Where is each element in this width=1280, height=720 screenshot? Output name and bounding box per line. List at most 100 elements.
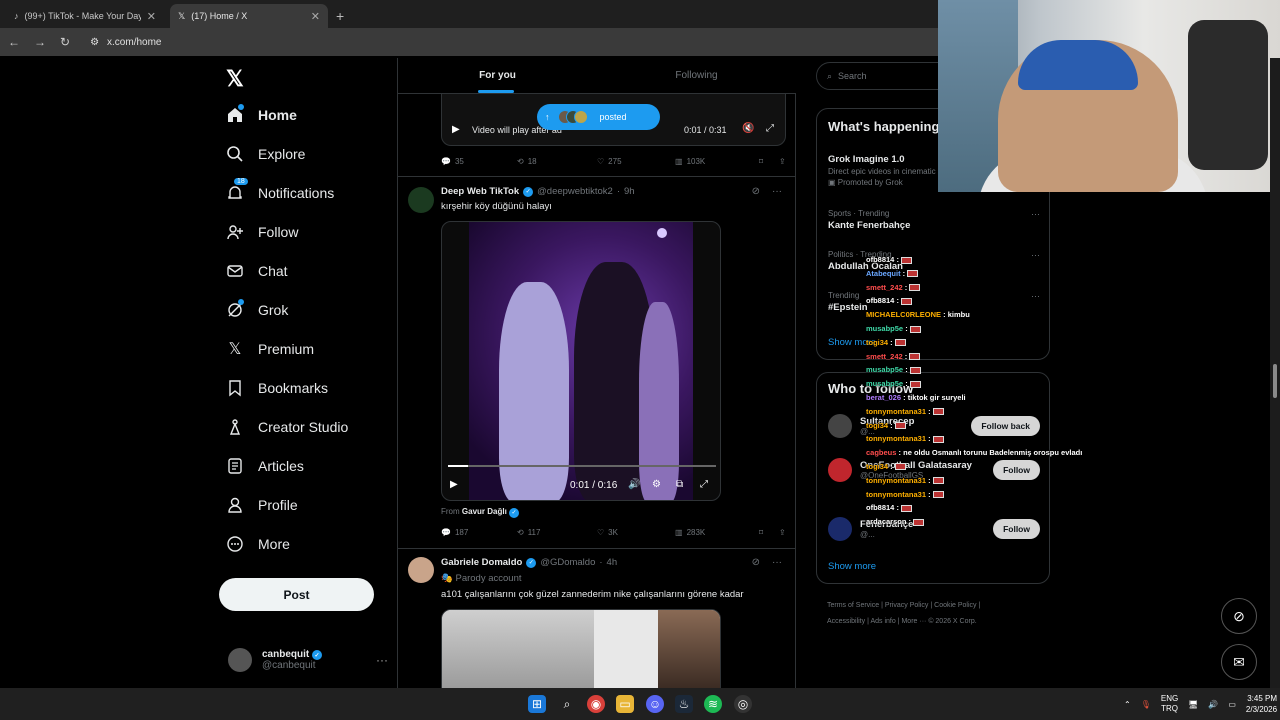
tweet-time[interactable]: 4h — [607, 557, 618, 568]
site-info-icon[interactable]: ⚙ — [90, 37, 99, 48]
footer-link[interactable]: Terms of Service — [827, 602, 879, 609]
grok-fab-icon[interactable]: ⊘ — [1221, 598, 1257, 634]
from-name[interactable]: Gavur Dağlı — [462, 507, 507, 516]
nav-label: Creator Studio — [258, 419, 349, 435]
windows-start-icon[interactable]: ⊞ — [528, 695, 546, 713]
more-dots-icon[interactable]: ··· — [376, 653, 388, 667]
tweet-image[interactable] — [441, 609, 721, 689]
account-info: canbequit ✓ @canbequit — [262, 649, 323, 671]
browser-tab-tiktok[interactable]: ♪ (99+) TikTok - Make Your Day ✕ — [6, 4, 164, 28]
url-text: x.com/home — [107, 36, 162, 48]
nav-profile[interactable]: Profile — [226, 496, 298, 514]
video-progress-track[interactable] — [448, 465, 716, 467]
repost-count: 117 — [527, 527, 541, 537]
like-button[interactable]: ♡ 275 — [597, 157, 675, 166]
nav-home[interactable]: Home — [226, 104, 297, 124]
new-tab-button[interactable]: + — [336, 8, 344, 24]
steam-icon[interactable]: ♨ — [675, 695, 693, 713]
discord-icon[interactable]: ☺ — [646, 695, 664, 713]
more-dots-icon[interactable]: ··· — [772, 186, 782, 197]
search-icon[interactable]: ⌕ — [558, 695, 576, 713]
messages-fab-icon[interactable]: ✉ — [1221, 644, 1257, 680]
play-icon[interactable]: ▶ — [450, 479, 458, 490]
bookmark-icon[interactable]: ⌑ — [759, 157, 779, 166]
settings-gear-icon[interactable]: ⚙ — [652, 479, 661, 490]
nav-follow[interactable]: Follow — [226, 223, 298, 241]
volume-icon[interactable]: 🔊 — [1208, 700, 1218, 709]
footer-link[interactable]: More ··· — [901, 618, 926, 625]
nav-explore[interactable]: Explore — [226, 145, 305, 163]
back-arrow-icon[interactable]: ← — [8, 35, 20, 49]
volume-icon[interactable]: 🔊 — [628, 479, 640, 490]
nav-creator-studio[interactable]: Creator Studio — [226, 418, 348, 436]
fullscreen-icon[interactable]: ⤢ — [700, 479, 708, 490]
repost-count: 18 — [527, 156, 537, 166]
clock[interactable]: 3:45 PM 2/3/2026 — [1246, 693, 1277, 715]
grok-icon[interactable]: ⊘ — [752, 186, 760, 197]
scrollbar-thumb[interactable] — [1273, 364, 1277, 398]
post-button[interactable]: Post — [219, 578, 374, 611]
chrome-icon[interactable]: ◉ — [587, 695, 605, 713]
battery-icon[interactable]: ▭ — [1228, 700, 1236, 709]
nav-notifications[interactable]: 18 Notifications — [226, 178, 334, 202]
reload-icon[interactable]: ↻ — [60, 35, 70, 49]
pip-icon[interactable]: ⧉ — [676, 479, 683, 490]
repost-button[interactable]: ⟲ 117 — [517, 528, 597, 537]
language-indicator[interactable]: ENG TRQ — [1161, 694, 1178, 714]
footer-link[interactable]: Privacy Policy — [885, 602, 929, 609]
repost-button[interactable]: ⟲ 18 — [517, 157, 597, 166]
tweet-author-handle[interactable]: @GDomaldo — [540, 557, 595, 568]
footer-link[interactable]: Cookie Policy — [934, 602, 976, 609]
close-tab-icon[interactable]: ✕ — [147, 10, 156, 23]
forward-arrow-icon[interactable]: → — [34, 35, 46, 49]
show-more-link[interactable]: Show more — [828, 561, 876, 572]
trend-item[interactable]: Sports · Trending Kante Fenerbahçe ··· — [828, 209, 1040, 231]
reply-button[interactable]: 💬 35 — [441, 157, 517, 166]
chat-message: togi34 : — [866, 338, 1066, 352]
browser-tab-x-home[interactable]: 𝕏 (17) Home / X ✕ — [170, 4, 328, 28]
tweet-author-name[interactable]: Gabriele Domaldo — [441, 557, 522, 568]
tweet-time[interactable]: 9h — [624, 186, 635, 197]
views-button[interactable]: ▥ 103K — [675, 157, 759, 166]
tab-following[interactable]: Following — [597, 58, 796, 93]
bookmark-icon[interactable]: ⌑ — [759, 528, 779, 537]
spotify-icon[interactable]: ≋ — [704, 695, 722, 713]
views-button[interactable]: ▥ 283K — [675, 528, 759, 537]
share-icon[interactable]: ⇪ — [779, 528, 786, 537]
reply-button[interactable]: 💬 187 — [441, 528, 517, 537]
chevron-up-icon[interactable]: ⌃ — [1124, 700, 1131, 709]
obs-icon[interactable]: ◎ — [734, 695, 752, 713]
chat-message: Atabequit : — [866, 269, 1066, 283]
nav-more[interactable]: More — [226, 535, 290, 553]
nav-premium[interactable]: 𝕏 Premium — [226, 340, 314, 358]
tweet-video-player[interactable]: ▶ 0:01 / 0:16 🔊 ⚙ ⧉ ⤢ — [441, 221, 721, 501]
like-button[interactable]: ♡ 3K — [597, 528, 675, 537]
tweet-author-handle[interactable]: @deepwebtiktok2 — [537, 186, 613, 197]
play-icon[interactable]: ▶ — [452, 124, 460, 135]
url-field[interactable]: ⚙ x.com/home — [90, 37, 161, 48]
grok-icon[interactable]: ⊘ — [752, 557, 760, 568]
x-logo-icon[interactable]: 𝕏 — [226, 66, 244, 92]
fullscreen-icon[interactable]: ⤢ — [766, 123, 774, 134]
chat-separator: : — [902, 282, 910, 292]
account-switcher[interactable]: canbequit ✓ @canbequit ··· — [228, 644, 388, 676]
footer-link[interactable]: Accessibility — [827, 618, 865, 625]
close-tab-icon[interactable]: ✕ — [311, 10, 320, 23]
more-dots-icon[interactable]: ··· — [1031, 209, 1040, 219]
network-icon[interactable]: 🖥 — [1188, 700, 1198, 709]
mute-icon[interactable]: 🔇 — [742, 123, 754, 134]
nav-chat[interactable]: Chat — [226, 262, 288, 280]
tweet-author-name[interactable]: Deep Web TikTok — [441, 186, 519, 197]
nav-bookmarks[interactable]: Bookmarks — [226, 379, 328, 397]
page-scrollbar[interactable] — [1270, 58, 1280, 688]
top-video-actions: 💬 35 ⟲ 18 ♡ 275 ▥ 103K ⌑ ⇪ — [441, 154, 786, 168]
microphone-icon[interactable]: 🎙 — [1141, 700, 1151, 709]
tab-for-you[interactable]: For you — [398, 58, 597, 93]
share-icon[interactable]: ⇪ — [779, 157, 786, 166]
file-explorer-icon[interactable]: ▭ — [616, 695, 634, 713]
new-posts-pill[interactable]: ↑ posted — [537, 104, 660, 130]
more-dots-icon[interactable]: ··· — [772, 557, 782, 568]
nav-articles[interactable]: Articles — [226, 457, 304, 475]
footer-link[interactable]: Ads info — [870, 618, 895, 625]
nav-grok[interactable]: Grok — [226, 299, 288, 319]
